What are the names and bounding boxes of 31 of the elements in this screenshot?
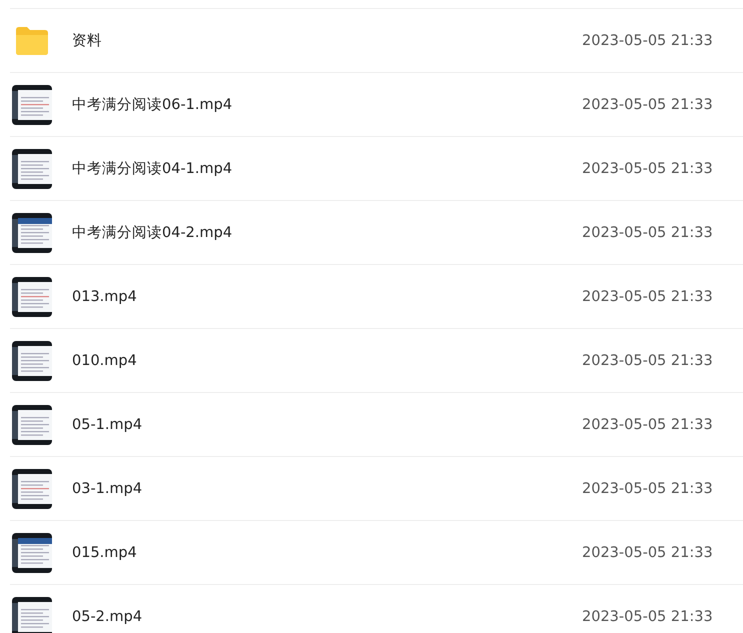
file-name: 中考满分阅读04-2.mp4 [72,224,234,242]
modified-date: 2023-05-05 21:33 [582,416,714,432]
file-name: 05-1.mp4 [72,416,144,432]
file-row[interactable]: 05-1.mp4 2023-05-05 21:33 [10,392,743,456]
modified-date: 2023-05-05 21:33 [582,224,714,240]
file-row[interactable]: 中考满分阅读06-1.mp4 2023-05-05 21:33 [10,72,743,136]
file-name: 中考满分阅读06-1.mp4 [72,96,234,114]
modified-date: 2023-05-05 21:33 [582,480,714,496]
file-row[interactable]: 013.mp4 2023-05-05 21:33 [10,264,743,328]
file-name: 03-1.mp4 [72,480,144,496]
file-row[interactable]: 中考满分阅读04-2.mp4 2023-05-05 21:33 [10,200,743,264]
modified-date: 2023-05-05 21:33 [582,160,714,176]
file-row[interactable]: 中考满分阅读04-1.mp4 2023-05-05 21:33 [10,136,743,200]
modified-date: 2023-05-05 21:33 [582,32,714,48]
file-name: 05-2.mp4 [72,608,144,624]
file-row[interactable]: 015.mp4 2023-05-05 21:33 [10,520,743,584]
file-row[interactable]: 03-1.mp4 2023-05-05 21:33 [10,456,743,520]
file-name: 010.mp4 [72,352,138,368]
file-row[interactable]: 05-2.mp4 2023-05-05 21:33 [10,584,743,633]
modified-date: 2023-05-05 21:33 [582,288,714,304]
file-name: 中考满分阅读04-1.mp4 [72,160,234,178]
modified-date: 2023-05-05 21:33 [582,544,714,560]
file-name: 015.mp4 [72,544,138,560]
file-row[interactable]: 010.mp4 2023-05-05 21:33 [10,328,743,392]
file-name: 013.mp4 [72,288,138,304]
modified-date: 2023-05-05 21:33 [582,608,714,624]
file-row[interactable]: 资料 2023-05-05 21:33 [10,8,743,72]
file-name: 资料 [72,32,103,50]
modified-date: 2023-05-05 21:33 [582,352,714,368]
modified-date: 2023-05-05 21:33 [582,96,714,112]
folder-icon [16,26,48,54]
